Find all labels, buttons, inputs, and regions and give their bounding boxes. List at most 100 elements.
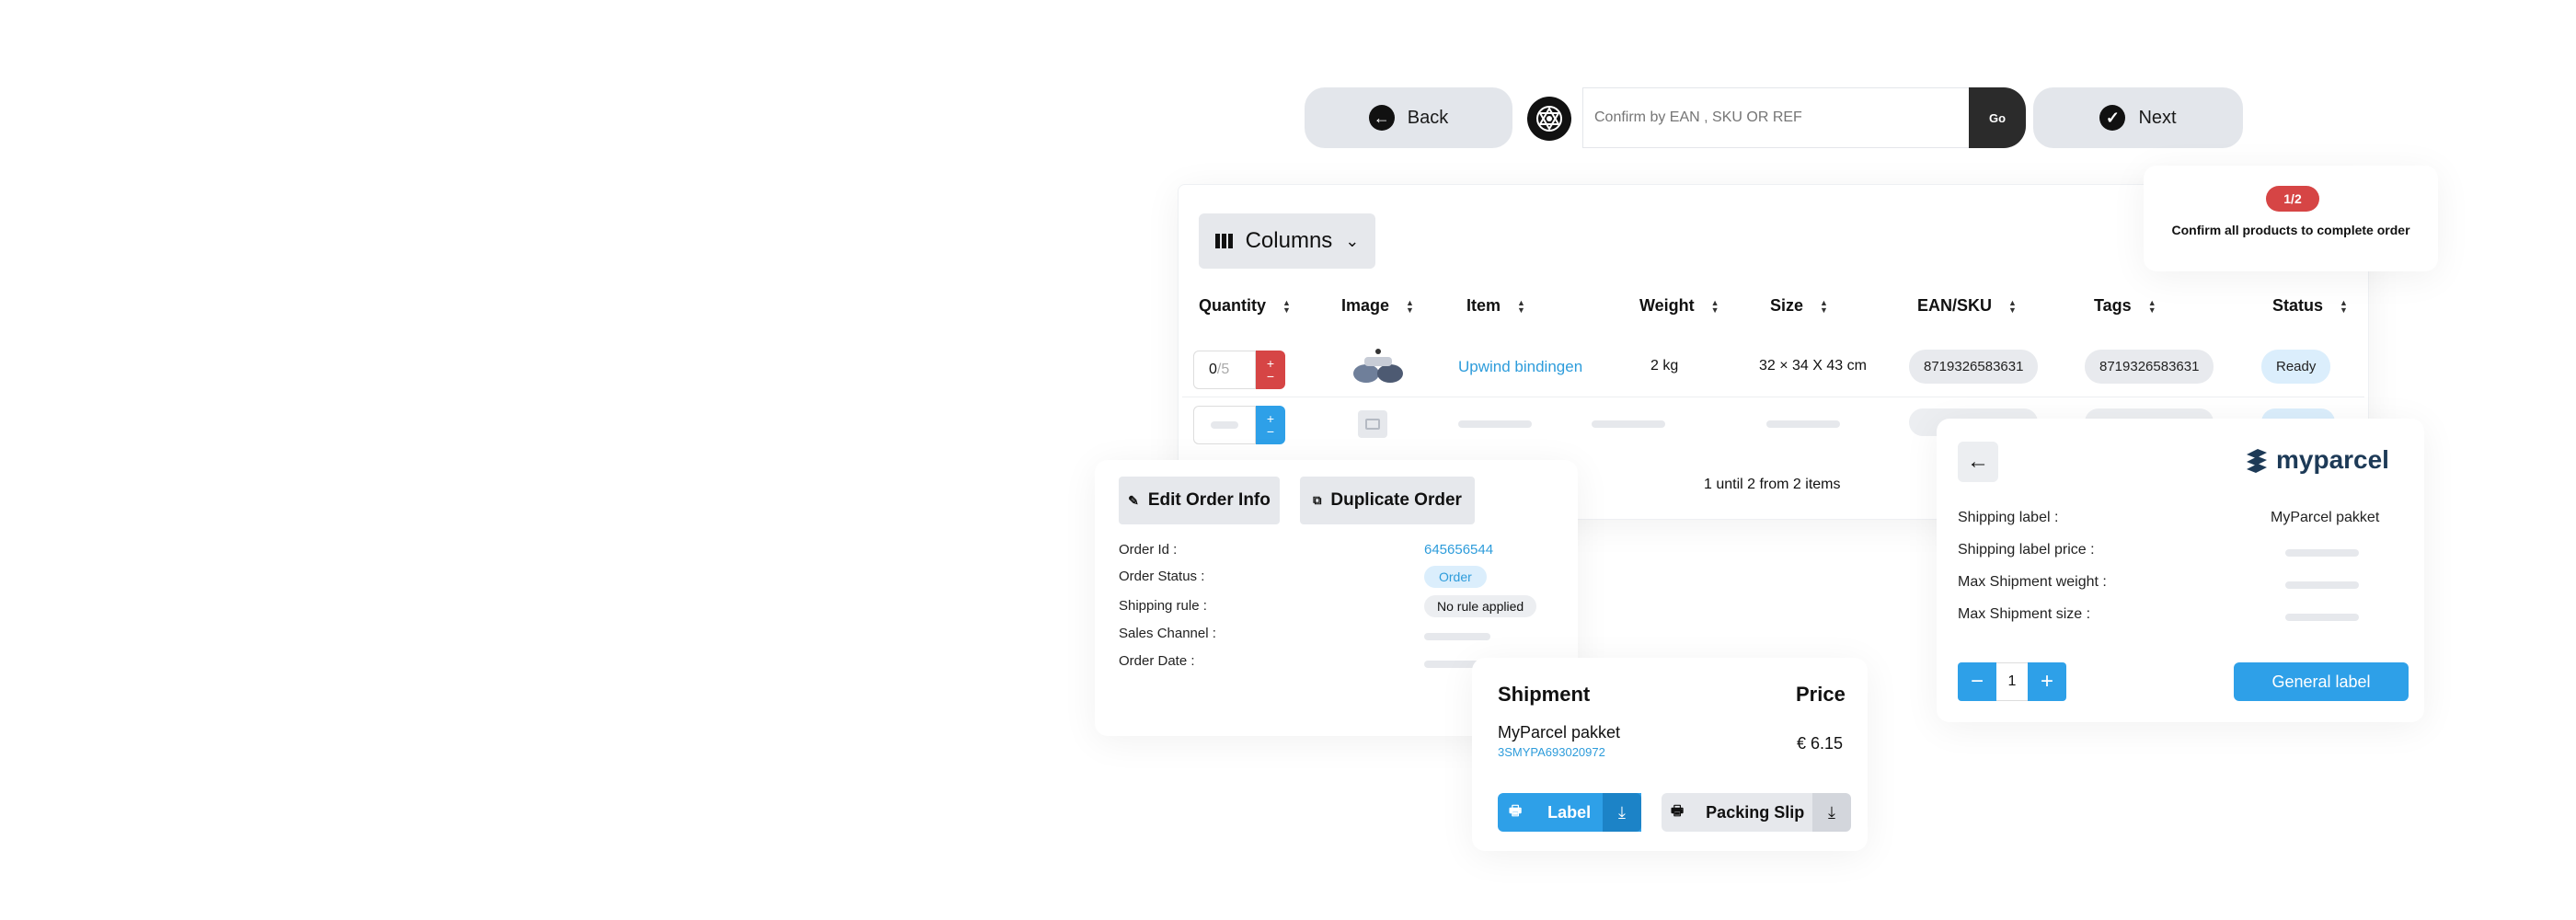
arrow-left-icon: ← xyxy=(1368,105,1395,131)
max-size-label: Max Shipment size : xyxy=(1958,606,2091,622)
packing-slip-label: Packing Slip xyxy=(1706,802,1805,822)
next-label: Next xyxy=(2138,107,2177,128)
label-button-text: Label xyxy=(1547,802,1592,822)
download-icon: ⤓ xyxy=(1828,802,1835,822)
copy-icon: ⧉ xyxy=(1313,493,1322,507)
go-button[interactable]: Go xyxy=(1969,87,2026,148)
sort-icon: ▲ ▼ xyxy=(1820,297,1828,315)
header-status[interactable]: Status ▲ ▼ xyxy=(2272,296,2348,316)
skeleton xyxy=(1424,633,1490,640)
product-weight: 2 kg xyxy=(1650,358,1679,374)
skeleton xyxy=(2285,614,2359,621)
edit-order-label: Edit Order Info xyxy=(1147,490,1271,510)
quantity-stepper-skeleton: + − xyxy=(1193,406,1285,444)
sort-icon: ▲ ▼ xyxy=(2008,297,2017,315)
download-packing-slip-button[interactable]: ⤓ xyxy=(1812,793,1851,832)
printer-icon: 🖶 xyxy=(1509,802,1523,819)
sort-icon: ▲ ▼ xyxy=(1406,297,1414,315)
product-item-link[interactable]: Upwind bindingen xyxy=(1458,358,1582,376)
shipping-label-label: Shipping label : xyxy=(1958,510,2059,525)
back-button[interactable]: ← Back xyxy=(1305,87,1512,148)
header-image[interactable]: Image ▲ ▼ xyxy=(1341,296,1414,316)
pencil-icon: ✎ xyxy=(1128,492,1139,508)
quantity-stepper[interactable]: 0/5 + − xyxy=(1193,351,1285,389)
columns-label: Columns xyxy=(1245,228,1333,253)
increment-button[interactable]: + xyxy=(2028,662,2066,701)
quantity-plus-minus-button[interactable]: + − xyxy=(1256,406,1285,444)
myparcel-logo-icon xyxy=(2247,449,2267,473)
columns-icon xyxy=(1214,234,1233,248)
skeleton xyxy=(1592,420,1665,428)
download-label-button[interactable]: ⤓ xyxy=(1603,793,1641,832)
product-size: 32 × 34 X 43 cm xyxy=(1759,358,1867,374)
progress-badge: 1/2 xyxy=(2266,186,2319,212)
skeleton xyxy=(2285,581,2359,589)
generate-label-button[interactable]: General label xyxy=(2234,662,2409,701)
generate-label-text: General label xyxy=(2271,672,2371,691)
sort-icon: ▲ ▼ xyxy=(2340,297,2348,315)
printer-icon: 🖶 xyxy=(1671,802,1685,819)
header-tags[interactable]: Tags ▲ ▼ xyxy=(2094,296,2156,316)
confirm-input[interactable] xyxy=(1583,88,1969,147)
skeleton xyxy=(1766,420,1840,428)
myparcel-logo-text: myparcel xyxy=(2276,445,2389,474)
chevron-down-icon: ⌄ xyxy=(1345,231,1360,250)
shipment-header: Shipment xyxy=(1498,683,1591,706)
max-weight-label: Max Shipment weight : xyxy=(1958,574,2107,590)
quantity-plus-minus-button[interactable]: + − xyxy=(1256,351,1285,389)
order-status-label: Order Status : xyxy=(1119,569,1205,584)
shipping-price-label: Shipping label price : xyxy=(1958,542,2095,558)
go-label: Go xyxy=(1988,110,2007,125)
tracking-link[interactable]: 3SMYPA693020972 xyxy=(1498,745,1605,759)
sort-icon: ▲ ▼ xyxy=(1282,297,1291,315)
header-quantity[interactable]: Quantity ▲ ▼ xyxy=(1199,296,1291,316)
progress-card: 1/2 Confirm all products to complete ord… xyxy=(2144,166,2438,271)
label-quantity-value[interactable]: 1 xyxy=(1996,662,2028,701)
product-ean: 8719326583631 xyxy=(1909,350,2039,384)
sort-icon: ▲ ▼ xyxy=(1517,297,1525,315)
header-ean-sku[interactable]: EAN/SKU ▲ ▼ xyxy=(1917,296,2017,316)
columns-button[interactable]: Columns ⌄ xyxy=(1199,213,1375,269)
shipment-price: € 6.15 xyxy=(1797,734,1844,753)
check-circle-icon: ✓ xyxy=(2099,105,2126,131)
pagination-info: 1 until 2 from 2 items xyxy=(1704,477,1841,492)
image-placeholder-icon xyxy=(1358,410,1387,438)
back-arrow-button[interactable]: ← xyxy=(1958,442,1998,482)
product-tags: 8719326583631 xyxy=(2085,350,2214,384)
order-date-label: Order Date : xyxy=(1119,653,1195,669)
status-badge: Ready xyxy=(2261,350,2331,384)
header-weight[interactable]: Weight ▲ ▼ xyxy=(1639,296,1719,316)
skeleton xyxy=(1458,420,1532,428)
duplicate-order-button[interactable]: ⧉ Duplicate Order xyxy=(1300,477,1475,524)
order-id-value[interactable]: 645656544 xyxy=(1424,542,1493,558)
quantity-input[interactable]: 0/5 xyxy=(1193,351,1256,389)
shipping-rule-badge: No rule applied xyxy=(1424,595,1537,617)
download-icon: ⤓ xyxy=(1618,802,1626,822)
order-status-badge: Order xyxy=(1424,566,1487,588)
confirm-input-wrap xyxy=(1582,87,1969,148)
edit-order-button[interactable]: ✎ Edit Order Info xyxy=(1119,477,1280,524)
progress-message: Confirm all products to complete order xyxy=(2171,223,2410,237)
product-image xyxy=(1346,344,1410,390)
shipping-rule-label: Shipping rule : xyxy=(1119,598,1207,614)
shipping-label-value: MyParcel pakket xyxy=(2271,510,2380,525)
quantity-value: 0 xyxy=(1209,362,1217,377)
sort-icon: ▲ ▼ xyxy=(1710,297,1719,315)
back-label: Back xyxy=(1407,107,1449,128)
next-button[interactable]: ✓ Next xyxy=(2033,87,2243,148)
skeleton xyxy=(2285,549,2359,557)
skeleton xyxy=(1424,661,1479,668)
scanner-logo-icon xyxy=(1527,97,1571,141)
decrement-button[interactable]: − xyxy=(1958,662,1996,701)
header-size[interactable]: Size ▲ ▼ xyxy=(1770,296,1828,316)
arrow-left-icon: ← xyxy=(1967,449,1989,474)
duplicate-order-label: Duplicate Order xyxy=(1330,490,1462,510)
order-id-label: Order Id : xyxy=(1119,542,1178,558)
shipment-carrier: MyParcel pakket xyxy=(1498,723,1621,742)
label-quantity-stepper[interactable]: − 1 + xyxy=(1958,662,2066,701)
quantity-total: /5 xyxy=(1216,362,1230,377)
sort-icon: ▲ ▼ xyxy=(2147,297,2156,315)
header-item[interactable]: Item ▲ ▼ xyxy=(1466,296,1525,316)
sales-channel-label: Sales Channel : xyxy=(1119,626,1216,641)
packing-slip-button[interactable]: 🖶 Packing Slip xyxy=(1662,793,1820,832)
